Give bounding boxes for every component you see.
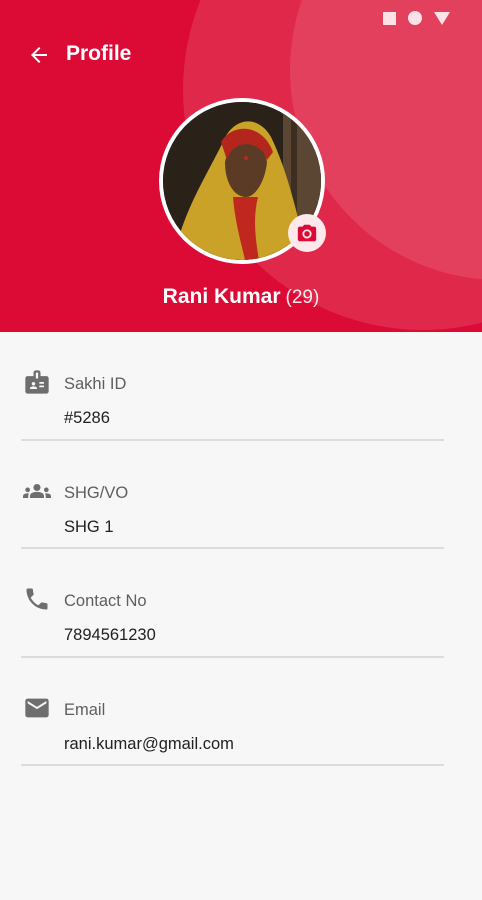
info-item-contact: Contact No 7894561230	[0, 549, 482, 658]
profile-header: Profile Rani Kumar (29)	[0, 0, 482, 332]
info-value[interactable]: 7894561230	[64, 626, 156, 645]
info-item-sakhi-id: Sakhi ID #5286	[0, 332, 482, 441]
back-button[interactable]	[24, 40, 54, 70]
status-bar	[383, 11, 450, 25]
divider	[21, 764, 444, 766]
info-label: SHG/VO	[64, 483, 129, 502]
profile-name-line: Rani Kumar (29)	[0, 285, 482, 309]
info-value: #5286	[64, 409, 110, 427]
id-badge-icon	[21, 368, 53, 396]
camera-icon	[297, 224, 317, 242]
info-label: Email	[64, 700, 106, 719]
info-item-shg-vo: SHG/VO SHG 1	[0, 441, 482, 549]
profile-name: Rani Kumar	[162, 285, 281, 308]
circle-icon	[408, 11, 422, 25]
change-photo-button[interactable]	[288, 214, 326, 252]
info-value: SHG 1	[64, 517, 114, 536]
info-value[interactable]: rani.kumar@gmail.com	[64, 735, 234, 754]
page-title: Profile	[66, 42, 132, 65]
profile-age: (29)	[285, 287, 320, 308]
info-item-email: Email rani.kumar@gmail.com	[0, 658, 482, 766]
square-icon	[383, 11, 396, 25]
email-icon	[21, 694, 53, 722]
group-icon	[21, 477, 53, 505]
info-label: Contact No	[64, 592, 147, 610]
triangle-icon	[434, 11, 450, 25]
phone-icon	[21, 585, 53, 613]
profile-info-list: Sakhi ID #5286 SHG/VO SHG 1 Contact No 7…	[0, 332, 482, 766]
info-label: Sakhi ID	[64, 375, 127, 393]
arrow-back-icon	[31, 47, 47, 63]
